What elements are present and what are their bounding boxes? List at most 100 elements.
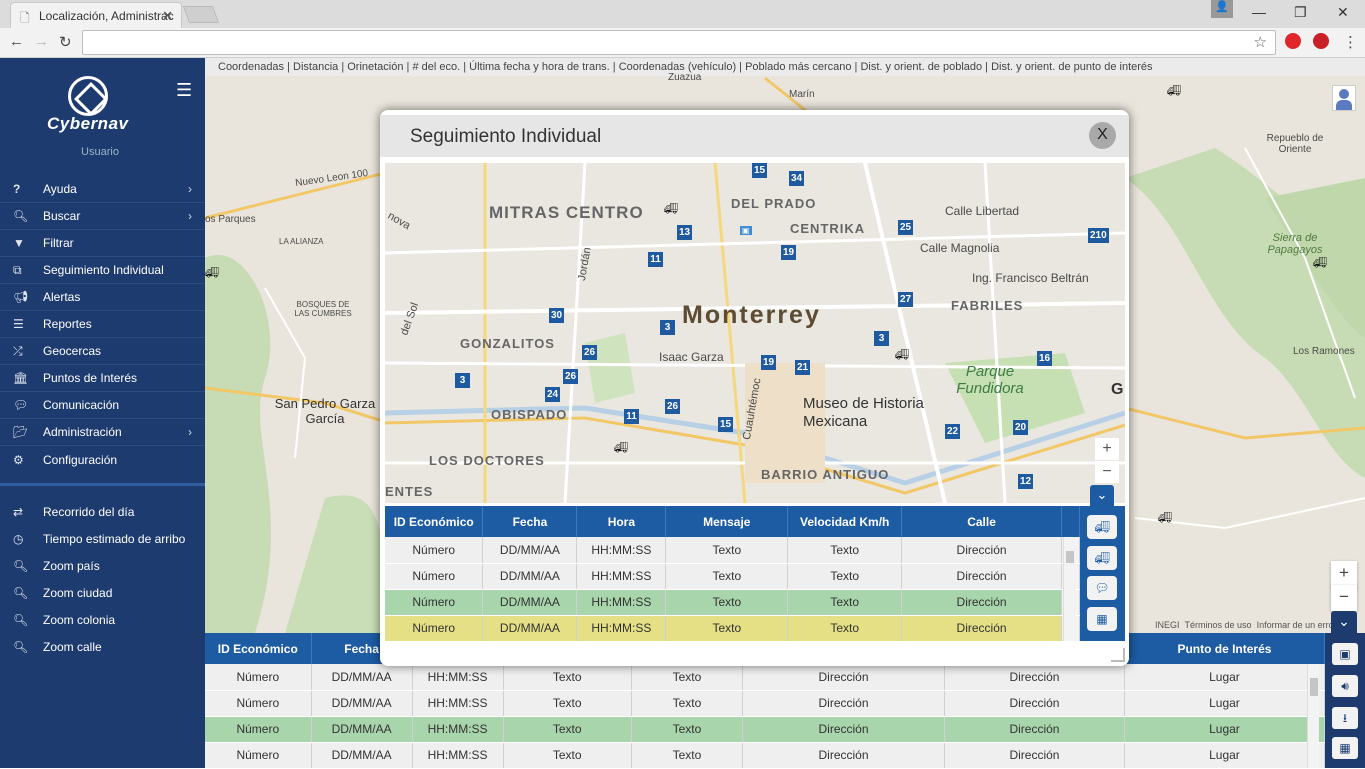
column-header[interactable]: Fecha — [482, 506, 578, 537]
vehicle-badge[interactable]: 13 — [677, 225, 693, 240]
menu-item-zoom-ciudad[interactable]: 🔍︎ Zoom ciudad — [0, 579, 205, 606]
column-header[interactable]: Calle — [901, 506, 1062, 537]
profile-icon[interactable]: 👤 — [1211, 0, 1233, 18]
vehicle-badge[interactable]: 26 — [563, 369, 579, 384]
remove-truck-icon[interactable]: 🚚︎ — [1087, 546, 1117, 570]
column-header[interactable]: ID Económico — [385, 506, 484, 537]
vehicle-badge[interactable]: 20 — [1013, 420, 1029, 435]
vehicle-badge[interactable]: 30 — [549, 308, 565, 323]
address-bar[interactable]: ☆ — [82, 30, 1276, 55]
truck-icon[interactable]: 🚚︎ — [205, 266, 219, 279]
modal-map[interactable]: MITRAS CENTRO DEL PRADO CENTRIKA Calle L… — [385, 163, 1125, 503]
street-view-icon[interactable] — [1332, 85, 1356, 111]
minimize-icon[interactable]: — — [1252, 4, 1266, 20]
menu-item-zoom-pais[interactable]: 🔍︎ Zoom país — [0, 552, 205, 579]
bookmark-star-icon[interactable]: ☆ — [1254, 33, 1267, 51]
map-zoom-in-button[interactable]: + — [1331, 561, 1357, 587]
vehicle-badge[interactable]: 11 — [648, 252, 663, 267]
menu-item-ayuda[interactable]: ? Ayuda › — [0, 176, 205, 203]
vehicle-badge[interactable]: 3 — [874, 331, 889, 346]
menu-item-recorrido[interactable]: ⇄ Recorrido del día — [0, 498, 205, 525]
vehicle-badge[interactable]: 3 — [455, 373, 470, 388]
table-row[interactable]: Número DD/MM/AA HH:MM:SS Texto Texto Direcció… — [205, 742, 1326, 769]
menu-item-comunicacion[interactable]: 💬︎ Comunicación — [0, 392, 205, 419]
truck-icon[interactable]: 🚚︎ — [1158, 511, 1172, 524]
column-header[interactable]: ID Económico — [205, 633, 312, 664]
vehicle-badge[interactable]: 26 — [582, 345, 598, 360]
vehicle-badge[interactable]: 15 — [752, 163, 768, 178]
vehicle-badge[interactable]: 11 — [624, 409, 639, 424]
column-header[interactable]: Punto de Interés — [1124, 633, 1326, 664]
menu-item-administracion[interactable]: 📂︎ Administración › — [0, 419, 205, 446]
vehicle-badge[interactable]: 19 — [761, 355, 777, 370]
bottom-table-scrollbar[interactable] — [1307, 664, 1319, 768]
menu-item-puntos[interactable]: 🏛︎ Puntos de Interés — [0, 365, 205, 392]
download-icon[interactable]: ⭳ — [1332, 707, 1358, 729]
volume-icon[interactable]: 🔊︎ — [1332, 675, 1358, 697]
new-tab-button[interactable] — [182, 6, 220, 23]
table-row[interactable]: Número DD/MM/AA HH:MM:SS Texto Texto Direcció… — [385, 615, 1081, 642]
menu-item-geocercas[interactable]: ⤮ Geocercas — [0, 338, 205, 365]
menu-item-configuracion[interactable]: ⚙ Configuración — [0, 446, 205, 473]
vehicle-badge[interactable]: 26 — [665, 399, 681, 414]
table-row[interactable]: Número DD/MM/AA HH:MM:SS Texto Texto Direcció… — [385, 563, 1081, 590]
table-row[interactable]: Número DD/MM/AA HH:MM:SS Texto Texto Direcció… — [205, 664, 1326, 691]
table-row[interactable]: Número DD/MM/AA HH:MM:SS Texto Texto Direcció… — [385, 537, 1081, 564]
map-zoom-out-button[interactable]: − — [1331, 585, 1357, 611]
menu-item-buscar[interactable]: 🔍︎ Buscar › — [0, 203, 205, 230]
table-row[interactable]: Número DD/MM/AA HH:MM:SS Texto Texto Direcció… — [385, 589, 1081, 616]
column-header[interactable]: Hora — [576, 506, 667, 537]
menu-item-alertas[interactable]: 📢︎ Alertas — [0, 284, 205, 311]
modal-zoom-out-button[interactable]: − — [1095, 461, 1119, 483]
vehicle-badge[interactable]: 21 — [795, 360, 811, 375]
window-close-icon[interactable]: ✕ — [1337, 4, 1349, 21]
vehicle-badge[interactable]: 34 — [789, 171, 805, 186]
modal-table-scrollbar[interactable] — [1063, 537, 1075, 641]
table-row[interactable]: Número DD/MM/AA HH:MM:SS Texto Texto Direcció… — [205, 690, 1326, 717]
spreadsheet-icon[interactable]: ▦ — [1332, 737, 1358, 759]
browser-menu-icon[interactable]: ⋮ — [1343, 33, 1358, 51]
pinterest-icon[interactable] — [1313, 33, 1329, 49]
tab-close-icon[interactable]: ✕ — [162, 8, 173, 24]
image-icon[interactable]: ▣ — [1332, 643, 1358, 665]
reload-icon[interactable]: ↻ — [59, 33, 72, 51]
vehicle-badge[interactable]: 27 — [898, 292, 914, 307]
attr-terms-link[interactable]: Términos de uso — [1185, 620, 1252, 630]
add-truck-icon[interactable]: 🚚︎ — [1087, 515, 1117, 539]
chat-icon[interactable]: 💬︎ — [1087, 576, 1117, 600]
column-header[interactable]: Velocidad Km/h — [787, 506, 903, 537]
browser-tab[interactable]: 🗋 Localización, Administrac ✕ — [10, 2, 182, 28]
column-header[interactable]: Mensaje — [665, 506, 789, 537]
opera-icon[interactable] — [1285, 33, 1301, 49]
truck-icon[interactable]: 🚚︎ — [1167, 84, 1181, 97]
vehicle-badge[interactable]: 12 — [1018, 474, 1034, 489]
hamburger-menu-icon[interactable]: ☰ — [176, 80, 192, 101]
menu-item-seguimiento[interactable]: ⧉ Seguimiento Individual — [0, 257, 205, 284]
modal-zoom-in-button[interactable]: + — [1095, 438, 1119, 460]
vehicle-badge[interactable]: 210 — [1088, 228, 1109, 243]
menu-item-reportes[interactable]: ☰ Reportes — [0, 311, 205, 338]
chevron-down-icon[interactable]: ⌄ — [1331, 611, 1357, 633]
truck-icon[interactable]: 🚚︎ — [614, 441, 628, 454]
table-row[interactable]: Número DD/MM/AA HH:MM:SS Texto Texto Direcció… — [205, 716, 1326, 743]
menu-item-zoom-colonia[interactable]: 🔍︎ Zoom colonia — [0, 606, 205, 633]
truck-icon[interactable]: 🚚︎ — [664, 202, 678, 215]
spreadsheet-icon[interactable]: ▦ — [1087, 607, 1117, 631]
menu-item-zoom-calle[interactable]: 🔍︎ Zoom calle — [0, 633, 205, 660]
restore-icon[interactable]: ❐ — [1294, 4, 1307, 21]
vehicle-badge[interactable]: 22 — [945, 424, 961, 439]
modal-close-button[interactable]: X — [1089, 122, 1116, 149]
forward-icon[interactable]: → — [34, 33, 49, 50]
truck-icon[interactable]: 🚚︎ — [895, 348, 909, 361]
vehicle-badge[interactable]: 16 — [1037, 351, 1053, 366]
back-icon[interactable]: ← — [9, 33, 24, 50]
vehicle-badge[interactable]: 15 — [718, 417, 734, 432]
vehicle-badge[interactable]: 3 — [660, 320, 675, 335]
resize-handle[interactable] — [1111, 648, 1125, 662]
truck-icon[interactable]: 🚚︎ — [1313, 256, 1327, 269]
menu-item-filtrar[interactable]: ▼ Filtrar — [0, 230, 205, 257]
menu-item-tiempo[interactable]: ◷ Tiempo estimado de arribo — [0, 525, 205, 552]
vehicle-badge[interactable]: 24 — [545, 387, 561, 402]
vehicle-badge[interactable]: 25 — [898, 220, 914, 235]
vehicle-badge[interactable]: 19 — [781, 245, 797, 260]
